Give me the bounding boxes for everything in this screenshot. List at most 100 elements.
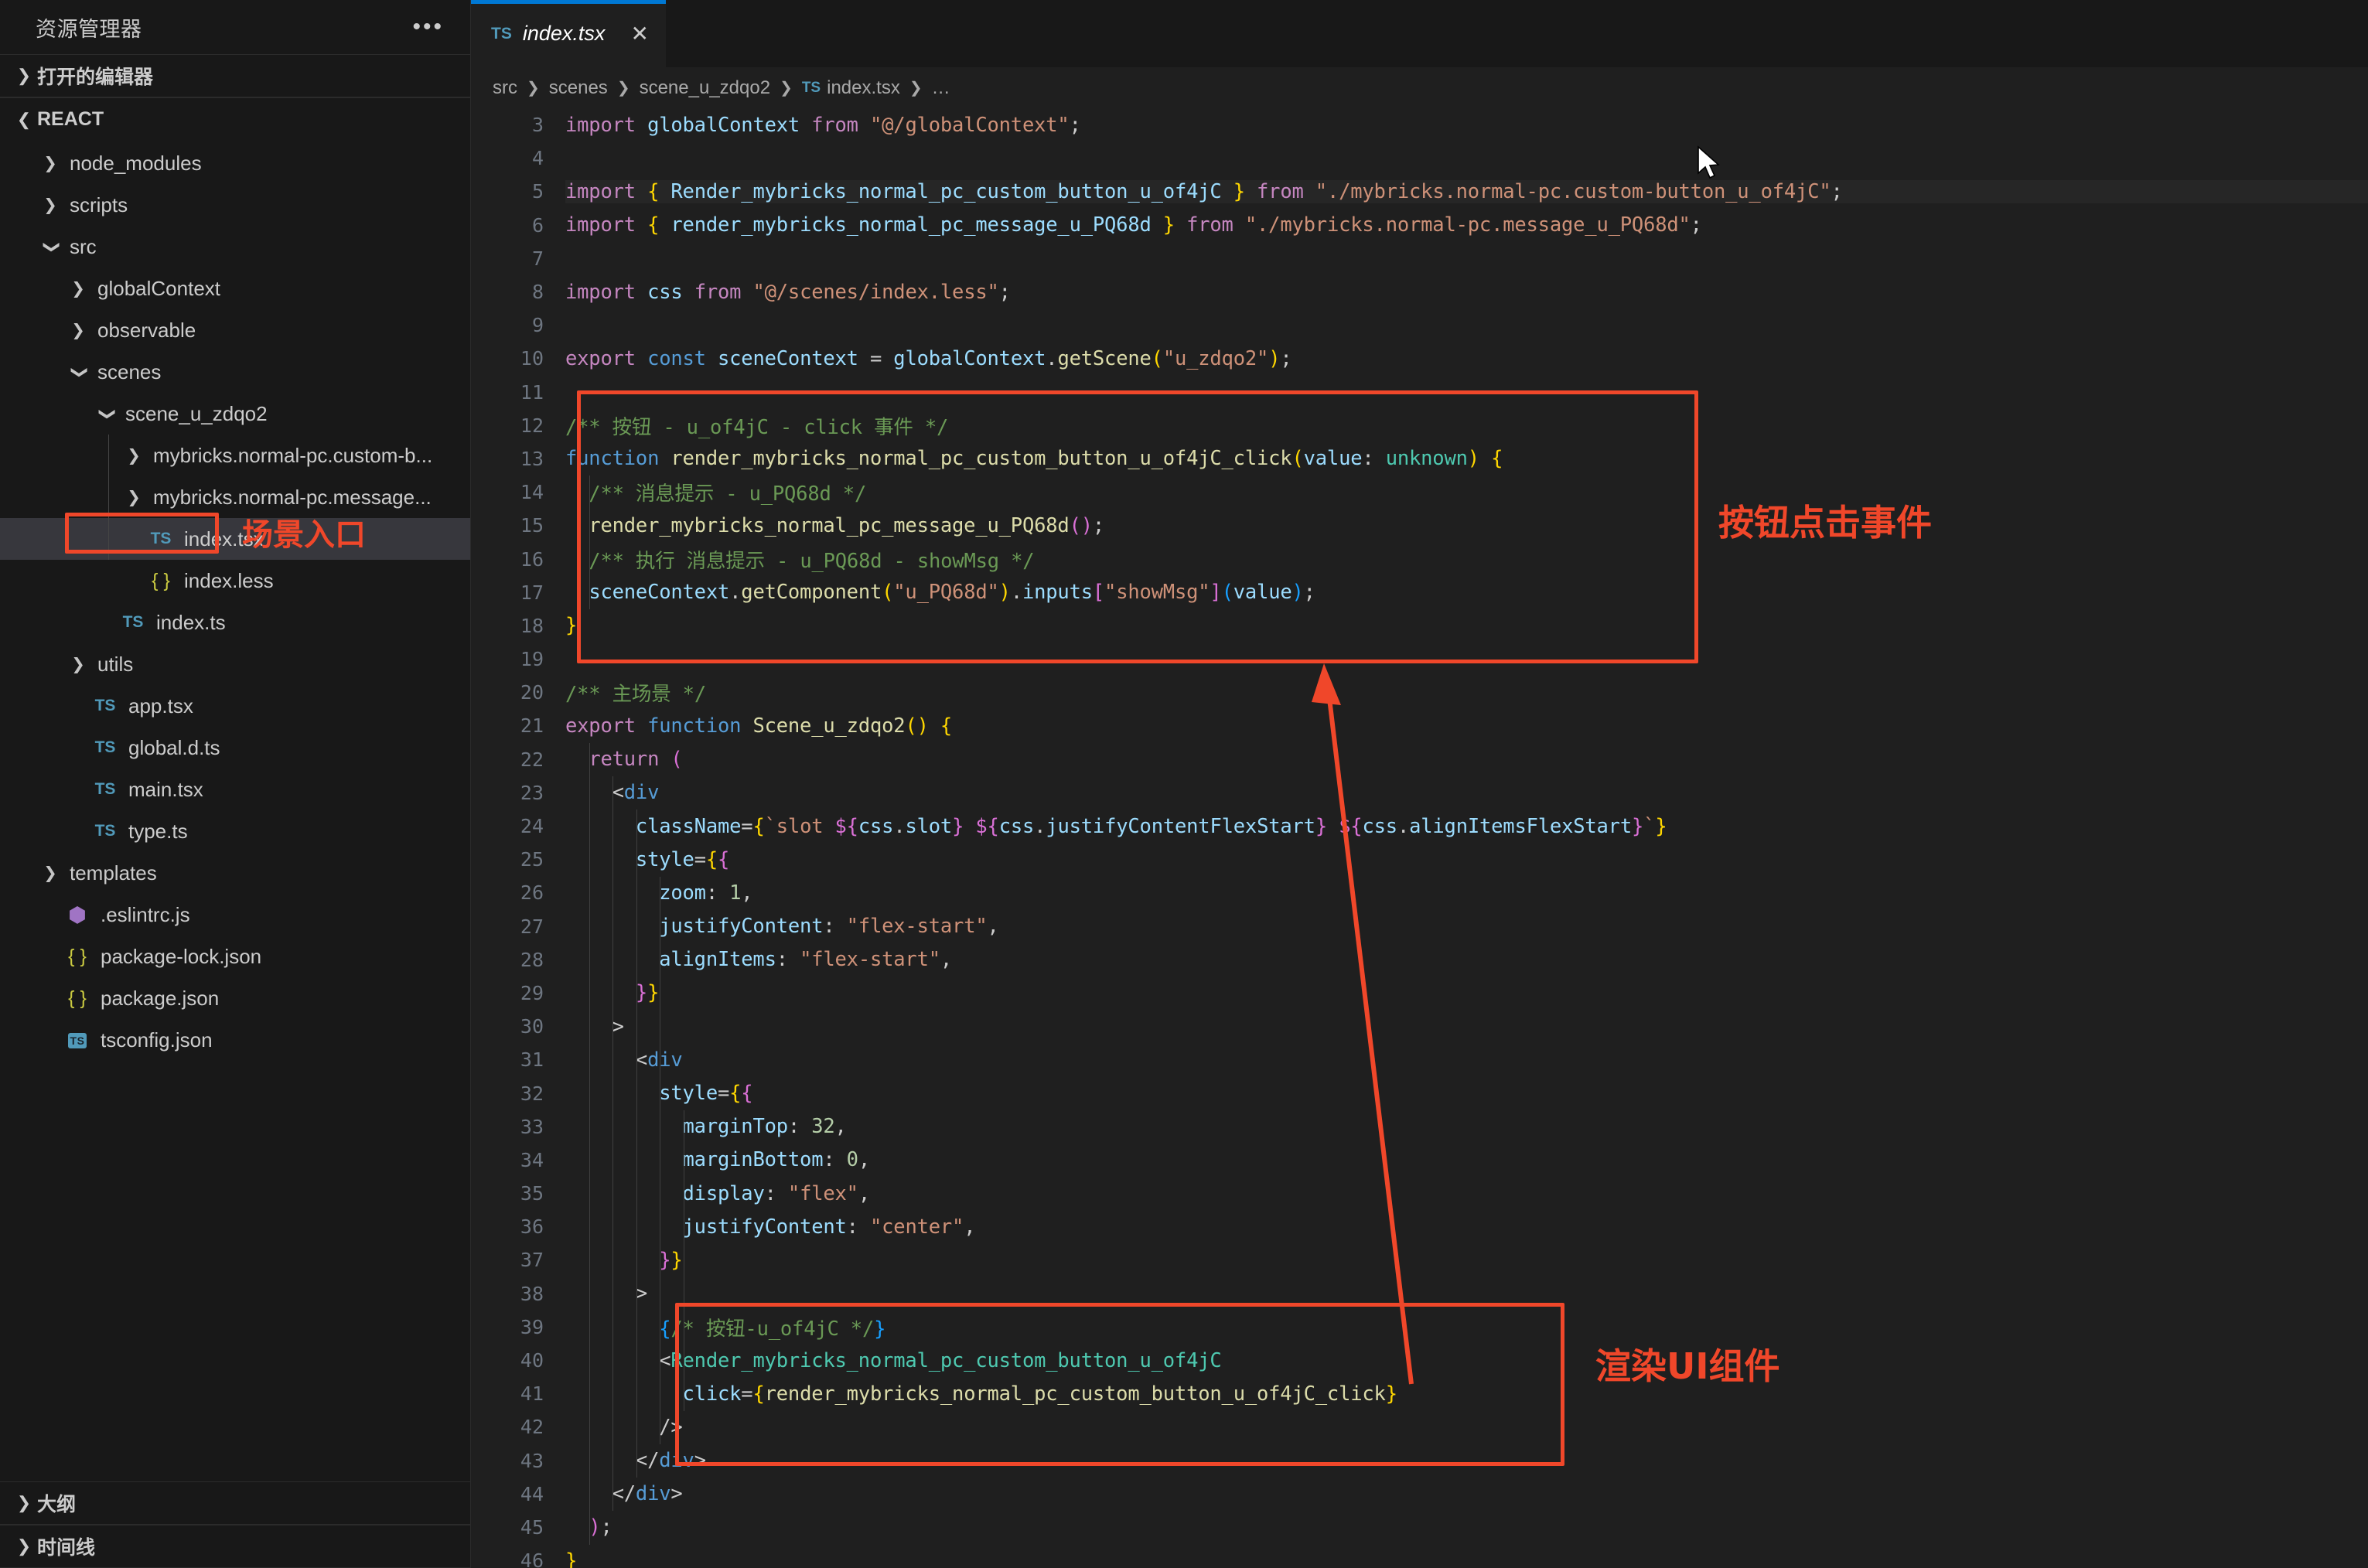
tree-item-main-tsx[interactable]: ❯TSmain.tsx — [0, 769, 470, 810]
code-line[interactable]: 16 /** 执行 消息提示 - u_PQ68d - showMsg */ — [471, 542, 2368, 575]
tree-item-global-d-ts[interactable]: ❯TSglobal.d.ts — [0, 727, 470, 769]
code-line[interactable]: 21 export function Scene_u_zdqo2() { — [471, 709, 2368, 742]
code-text: import css from "@/scenes/index.less"; — [565, 280, 1011, 304]
code-line[interactable]: 7 — [471, 242, 2368, 275]
code-line[interactable]: 8 import css from "@/scenes/index.less"; — [471, 275, 2368, 308]
tree-item-label: scenes — [97, 360, 162, 383]
code-line[interactable]: 32 style={{ — [471, 1076, 2368, 1110]
tree-item-globalcontext[interactable]: ❯ globalContext — [0, 268, 470, 309]
tree-item-mybricks-normal-pc-custom-b-[interactable]: ❯ mybricks.normal-pc.custom-b... — [0, 435, 470, 476]
tree-item--eslintrc-js[interactable]: ❯⬢.eslintrc.js — [0, 894, 470, 936]
chevron-right-icon: ❯ — [909, 80, 923, 97]
tree-item-package-lock-json[interactable]: ❯{ }package-lock.json — [0, 936, 470, 977]
tree-item-index-tsx[interactable]: ❯TSindex.tsx — [0, 518, 470, 560]
code-line[interactable]: 46} — [471, 1544, 2368, 1568]
code-line[interactable]: 39 {/* 按钮-u_of4jC */} — [471, 1311, 2368, 1344]
code-line[interactable]: 43 </div> — [471, 1444, 2368, 1478]
section-outline[interactable]: ❯ 大纲 — [0, 1481, 470, 1525]
code-line[interactable]: 29 }} — [471, 977, 2368, 1010]
ellipsis-icon[interactable]: ••• — [412, 15, 444, 39]
code-line[interactable]: 40 <Render_mybricks_normal_pc_custom_but… — [471, 1344, 2368, 1377]
section-open-editors[interactable]: ❯ 打开的编辑器 — [0, 54, 470, 97]
code-line[interactable]: 14 /** 消息提示 - u_PQ68d */ — [471, 476, 2368, 509]
tab-index-tsx[interactable]: TS index.tsx ✕ — [471, 0, 666, 67]
code-line[interactable]: 22 return ( — [471, 743, 2368, 776]
breadcrumb-item-src[interactable]: src — [493, 77, 517, 99]
tree-item-scene-u-zdqo2[interactable]: ❮ scene_u_zdqo2 — [0, 393, 470, 435]
ts-file-icon: TS — [122, 613, 144, 631]
code-line[interactable]: 19 — [471, 643, 2368, 676]
code-line[interactable]: 27 justifyContent: "flex-start", — [471, 910, 2368, 943]
code-line[interactable]: 12 /** 按钮 - u_of4jC - click 事件 */ — [471, 409, 2368, 442]
code-line[interactable]: 25 style={{ — [471, 843, 2368, 876]
tree-item-index-less[interactable]: ❯{ }index.less — [0, 560, 470, 602]
breadcrumb-item-index-tsx[interactable]: index.tsx — [827, 77, 900, 99]
indent-guide — [636, 810, 637, 1478]
code-line[interactable]: 13 function render_mybricks_normal_pc_cus… — [471, 442, 2368, 476]
chevron-right-icon: ❯ — [43, 154, 57, 172]
tree-item-type-ts[interactable]: ❯TStype.ts — [0, 810, 470, 852]
code-line-content: marginBottom: 0, — [565, 1148, 2368, 1171]
tree-item-scripts[interactable]: ❯ scripts — [0, 184, 470, 226]
tree-item-src[interactable]: ❮ src — [0, 226, 470, 268]
code-line[interactable]: 9 — [471, 308, 2368, 342]
breadcrumb[interactable]: src ❯ scenes ❯ scene_u_zdqo2 ❯ TS index.… — [471, 67, 2368, 108]
tree-item-utils[interactable]: ❯ utils — [0, 643, 470, 685]
code-line[interactable]: 37 }} — [471, 1243, 2368, 1277]
tree-item-package-json[interactable]: ❯{ }package.json — [0, 977, 470, 1019]
tree-item-app-tsx[interactable]: ❯TSapp.tsx — [0, 685, 470, 727]
code-line[interactable]: 45 ); — [471, 1511, 2368, 1544]
code-text: import globalContext from "@/globalConte… — [565, 113, 1081, 137]
ts-file-icon: TS — [94, 697, 116, 714]
code-line[interactable]: 24 className={`slot ${css.slot} ${css.ju… — [471, 810, 2368, 843]
code-line[interactable]: 20 /** 主场景 */ — [471, 676, 2368, 709]
code-line[interactable]: 36 justifyContent: "center", — [471, 1210, 2368, 1243]
breadcrumb-item-overflow[interactable]: … — [932, 77, 950, 99]
code-text: function render_mybricks_normal_pc_custo… — [565, 447, 1503, 471]
tree-item-templates[interactable]: ❯ templates — [0, 852, 470, 894]
tree-item-scenes[interactable]: ❮ scenes — [0, 351, 470, 393]
code-line[interactable]: 44 </div> — [471, 1478, 2368, 1511]
code-line[interactable]: 17 sceneContext.getComponent("u_PQ68d").… — [471, 576, 2368, 609]
file-tree[interactable]: ❯ node_modules ❯ scripts ❮ src ❯ globalContext ❯… — [0, 141, 470, 1568]
section-timeline[interactable]: ❯ 时间线 — [0, 1525, 470, 1568]
tree-item-node-modules[interactable]: ❯ node_modules — [0, 142, 470, 184]
code-line[interactable]: 34 marginBottom: 0, — [471, 1144, 2368, 1177]
code-line[interactable]: 31 <div — [471, 1043, 2368, 1076]
code-line[interactable]: 42 /> — [471, 1410, 2368, 1444]
code-line[interactable]: 5 import { Render_mybricks_normal_pc_cust… — [471, 175, 2368, 208]
tree-item-observable[interactable]: ❯ observable — [0, 309, 470, 351]
code-line[interactable]: 28 alignItems: "flex-start", — [471, 943, 2368, 977]
ts-file-icon: TS — [94, 822, 116, 840]
tree-item-label: templates — [70, 861, 157, 885]
code-line[interactable]: 15 render_mybricks_normal_pc_message_u_P… — [471, 509, 2368, 542]
code-line[interactable]: 26 zoom: 1, — [471, 876, 2368, 909]
breadcrumb-item-scene-u-zdqo2[interactable]: scene_u_zdqo2 — [640, 77, 770, 99]
code-line[interactable]: 4 — [471, 141, 2368, 175]
breadcrumb-item-scenes[interactable]: scenes — [549, 77, 608, 99]
tree-item-mybricks-normal-pc-message-[interactable]: ❯ mybricks.normal-pc.message... — [0, 476, 470, 518]
code-line-content: style={{ — [565, 848, 2368, 871]
code-line[interactable]: 41 click={render_mybricks_normal_pc_cust… — [471, 1377, 2368, 1410]
close-icon[interactable]: ✕ — [631, 22, 649, 45]
code-line-content: export function Scene_u_zdqo2() { — [565, 714, 2368, 738]
code-line[interactable]: 38 > — [471, 1277, 2368, 1311]
tree-item-index-ts[interactable]: ❯TSindex.ts — [0, 602, 470, 643]
code-line[interactable]: 33 marginTop: 32, — [471, 1110, 2368, 1144]
section-project-react[interactable]: ❮ REACT — [0, 97, 470, 141]
line-number: 36 — [520, 1215, 544, 1239]
tree-item-label: main.tsx — [128, 777, 203, 801]
code-line[interactable]: 11 — [471, 376, 2368, 409]
code-line[interactable]: 10 export const sceneContext = globalCont… — [471, 342, 2368, 375]
code-line[interactable]: 6 import { render_mybricks_normal_pc_mess… — [471, 209, 2368, 242]
code-line[interactable]: 35 display: "flex", — [471, 1177, 2368, 1210]
tree-item-label: node_modules — [70, 151, 202, 175]
code-text: ); — [589, 1515, 612, 1539]
code-line[interactable]: 18} — [471, 609, 2368, 643]
open-editors-label: 打开的编辑器 — [37, 66, 154, 88]
code-line[interactable]: 30 > — [471, 1010, 2368, 1043]
tree-item-tsconfig-json[interactable]: ❯TStsconfig.json — [0, 1019, 470, 1061]
code-editor[interactable]: 3 import globalContext from "@/globalCont… — [471, 108, 2368, 1568]
code-line[interactable]: 3 import globalContext from "@/globalCont… — [471, 108, 2368, 141]
code-line[interactable]: 23 <div — [471, 776, 2368, 810]
